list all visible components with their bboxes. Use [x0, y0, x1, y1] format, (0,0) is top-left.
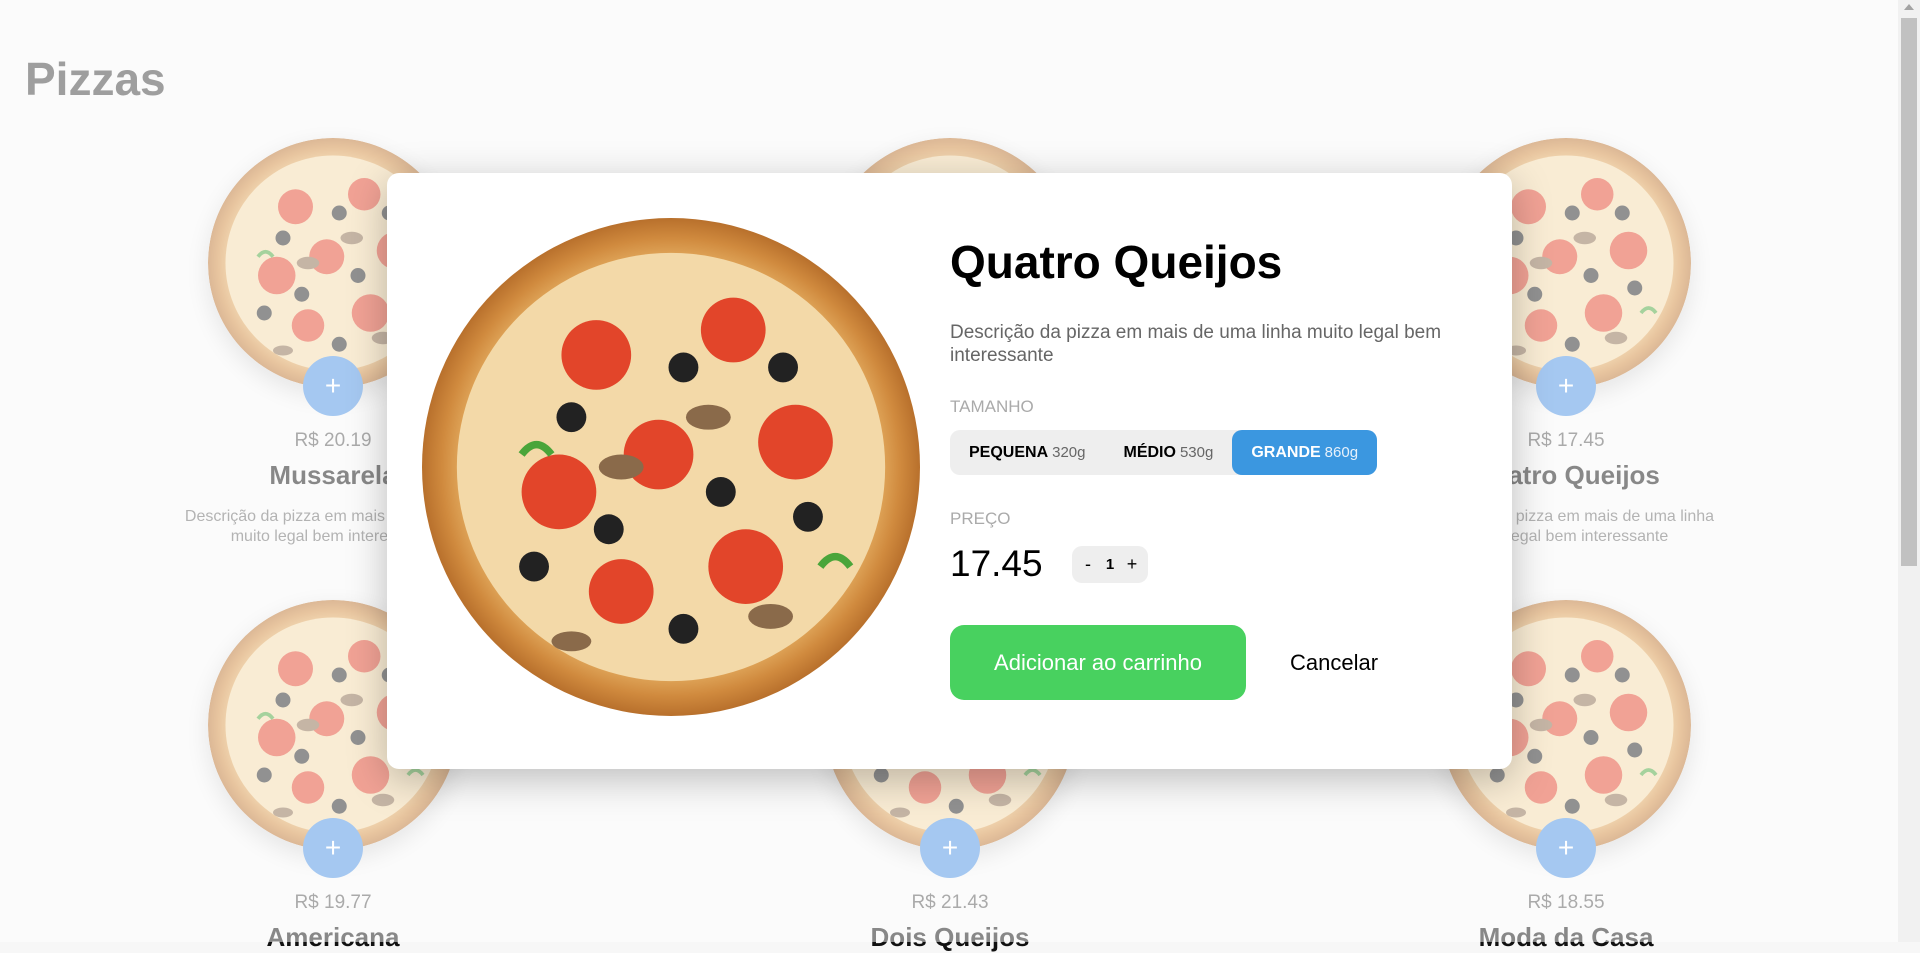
modal-price: 17.45: [950, 543, 1043, 584]
size-option-pequena[interactable]: PEQUENA 320g: [950, 430, 1105, 475]
modal-info: Quatro Queijos Descrição da pizza em mai…: [950, 235, 1470, 700]
modal-pizza-image: [422, 218, 920, 716]
quantity-increase-button[interactable]: +: [1122, 554, 1142, 575]
size-label: TAMANHO: [950, 397, 1034, 416]
scrollbar-thumb[interactable]: [1901, 18, 1917, 566]
size-weight: 860g: [1324, 444, 1359, 461]
price-label: PREÇO: [950, 509, 1011, 528]
scroll-up-arrow-icon[interactable]: [1904, 4, 1914, 10]
quantity-decrease-button[interactable]: -: [1078, 554, 1098, 575]
size-option-grande[interactable]: GRANDE 860g: [1232, 430, 1378, 475]
size-selector: PEQUENA 320g MÉDIO 530g GRANDE 860g: [950, 430, 1378, 475]
price-row: 17.45 - 1 +: [950, 543, 1470, 585]
modal-title: Quatro Queijos: [950, 236, 1283, 288]
size-weight: 320g: [1052, 444, 1086, 461]
quantity-stepper: - 1 +: [1072, 545, 1148, 583]
cancel-button[interactable]: Cancelar: [1290, 650, 1378, 676]
size-weight: 530g: [1179, 444, 1214, 461]
page-scrollbar[interactable]: [1898, 0, 1920, 942]
size-name: PEQUENA: [969, 443, 1049, 461]
quantity-value: 1: [1105, 555, 1115, 573]
pizza-modal: Quatro Queijos Descrição da pizza em mai…: [387, 173, 1512, 769]
add-to-cart-button[interactable]: Adicionar ao carrinho: [950, 625, 1246, 700]
size-option-medio[interactable]: MÉDIO 530g: [1105, 430, 1233, 475]
modal-actions: Adicionar ao carrinho Cancelar: [950, 625, 1470, 700]
modal-description: Descrição da pizza em mais de uma linha …: [950, 322, 1442, 366]
size-name: GRANDE: [1251, 443, 1321, 461]
size-name: MÉDIO: [1123, 443, 1176, 461]
